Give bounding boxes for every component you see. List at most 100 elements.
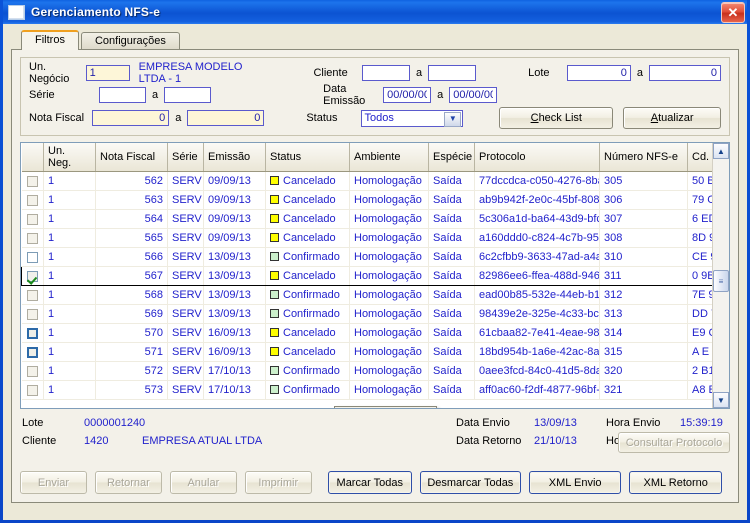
col-header-nota-fiscal[interactable]: Nota Fiscal [95, 143, 168, 172]
table-row[interactable]: 1 567 SERV 13/09/13 Cancelado Homologação Saíd… [21, 266, 729, 286]
row-checkbox-cell[interactable] [21, 304, 44, 324]
cell-status-label: Cancelado [283, 194, 336, 206]
tab-configuracoes[interactable]: Configurações [80, 32, 180, 50]
table-row[interactable]: 1 562 SERV 09/09/13 Cancelado Homologação Saíd… [21, 171, 729, 191]
atualizar-button[interactable]: Atualizar [623, 107, 721, 129]
table-row[interactable]: 1 568 SERV 13/09/13 Confirmado Homologação Saí… [21, 285, 729, 305]
context-menu[interactable]: ▤Enviar◩Retornar▨Anular▩Imprimir▣Enviar … [334, 406, 437, 408]
table-row[interactable]: 1 566 SERV 13/09/13 Confirmado Homologação Saí… [21, 247, 729, 267]
cell-emissao: 13/09/13 [203, 247, 266, 267]
row-checkbox[interactable] [26, 384, 38, 396]
footer-button-retornar[interactable]: Retornar [94, 471, 162, 494]
check-list-button[interactable]: Check List [499, 107, 614, 129]
row-checkbox-cell[interactable] [21, 228, 44, 248]
cliente-to-input[interactable] [428, 65, 477, 81]
table-row[interactable]: 1 573 SERV 17/10/13 Confirmado Homologação Saí… [21, 380, 729, 400]
table-row[interactable]: 1 570 SERV 16/09/13 Cancelado Homologação Saíd… [21, 323, 729, 343]
table-row[interactable]: 1 569 SERV 13/09/13 Confirmado Homologação Saí… [21, 304, 729, 324]
col-header-especie[interactable]: Espécie [428, 143, 475, 172]
un-negocio-label: Un. Negócio [29, 61, 70, 85]
nfse-grid[interactable]: Un. Neg. Nota Fiscal Série Emissão Statu… [20, 142, 730, 409]
row-checkbox[interactable] [27, 270, 38, 282]
tab-panel-filtros: Un. Negócio EMPRESA MODELO LTDA - 1 Clie… [11, 49, 739, 503]
row-checkbox-cell[interactable] [21, 171, 44, 191]
col-header-numero-nfse[interactable]: Número NFS-e [599, 143, 688, 172]
col-header-protocolo[interactable]: Protocolo [474, 143, 600, 172]
window-icon [8, 4, 25, 20]
serie-to-input[interactable] [164, 87, 212, 103]
row-checkbox-cell[interactable] [21, 323, 44, 343]
footer-button-desmarcar-todas[interactable]: Desmarcar Todas [419, 471, 521, 494]
row-checkbox-cell[interactable] [21, 209, 44, 229]
consultar-protocolo-button[interactable]: Consultar Protocolo [618, 432, 730, 453]
grid-vertical-scrollbar[interactable]: ▲ ≡ ▼ [712, 143, 729, 408]
row-checkbox[interactable] [26, 327, 38, 339]
row-checkbox-cell[interactable] [21, 285, 44, 305]
cliente-from-input[interactable] [361, 65, 410, 81]
lote-to-input[interactable] [649, 65, 721, 81]
table-row[interactable]: 1 572 SERV 17/10/13 Confirmado Homologação Saí… [21, 361, 729, 381]
col-header-emissao[interactable]: Emissão [203, 143, 266, 172]
scrollbar-thumb[interactable]: ≡ [713, 270, 729, 292]
col-header-status[interactable]: Status [265, 143, 350, 172]
chevron-down-icon[interactable]: ▼ [444, 111, 462, 127]
cell-nota-fiscal: 569 [95, 304, 168, 324]
row-checkbox-cell[interactable] [21, 361, 44, 381]
cell-protocolo: 98439e2e-325e-4c33-bc6l [474, 304, 600, 324]
row-checkbox[interactable] [26, 289, 38, 301]
status-badge-icon [270, 328, 279, 337]
cell-status: Cancelado [265, 323, 350, 343]
footer-button-xml-retorno[interactable]: XML Retorno [629, 471, 722, 494]
tab-filtros[interactable]: Filtros [21, 30, 79, 50]
table-row[interactable]: 1 571 SERV 16/09/13 Cancelado Homologação Saíd… [21, 342, 729, 362]
nota-fiscal-from-input[interactable] [92, 110, 170, 126]
data-emissao-to-input[interactable] [449, 87, 498, 103]
close-icon[interactable]: ✕ [721, 2, 745, 23]
footer-button-marcar-todas[interactable]: Marcar Todas [327, 471, 412, 494]
row-checkbox-cell[interactable] [21, 380, 44, 400]
row-checkbox-cell[interactable] [21, 266, 44, 286]
scroll-down-icon[interactable]: ▼ [713, 392, 729, 408]
cell-un-neg: 1 [43, 361, 96, 381]
cell-un-neg: 1 [43, 171, 96, 191]
footer-button-anular[interactable]: Anular [169, 471, 237, 494]
cell-especie: Saída [428, 323, 475, 343]
cliente-range-separator: a [415, 67, 423, 79]
col-header-select[interactable] [21, 143, 44, 172]
cell-nota-fiscal: 564 [95, 209, 168, 229]
serie-from-input[interactable] [99, 87, 146, 103]
status-select[interactable]: Todos ▼ [360, 109, 464, 127]
row-checkbox-cell[interactable] [21, 190, 44, 210]
footer-bar: Consultar Protocolo Enviar Retornar Anular… [20, 432, 730, 494]
row-checkbox[interactable] [26, 346, 38, 358]
nota-fiscal-to-input[interactable] [187, 110, 265, 126]
application-window: Gerenciamento NFS-e ✕ Filtros Configuraç… [0, 0, 750, 523]
col-header-serie[interactable]: Série [167, 143, 204, 172]
data-emissao-from-input[interactable] [383, 87, 432, 103]
lote-from-input[interactable] [566, 65, 631, 81]
consultar-protocolo-label: Consultar Protocolo [625, 436, 723, 449]
row-checkbox[interactable] [26, 232, 38, 244]
un-negocio-input[interactable] [85, 65, 130, 81]
row-checkbox[interactable] [26, 194, 38, 206]
row-checkbox[interactable] [26, 365, 38, 377]
row-checkbox-cell[interactable] [21, 342, 44, 362]
row-checkbox[interactable] [26, 213, 38, 225]
row-checkbox[interactable] [26, 251, 38, 263]
col-header-un-neg[interactable]: Un. Neg. [43, 143, 96, 172]
col-header-ambiente[interactable]: Ambiente [349, 143, 429, 172]
cell-especie: Saída [428, 285, 475, 305]
footer-button-enviar[interactable]: Enviar [20, 471, 87, 494]
scroll-up-icon[interactable]: ▲ [713, 143, 729, 159]
row-checkbox-cell[interactable] [21, 247, 44, 267]
status-badge-icon [270, 366, 279, 375]
table-row[interactable]: 1 565 SERV 09/09/13 Cancelado Homologação Saíd… [21, 228, 729, 248]
table-row[interactable]: 1 563 SERV 09/09/13 Cancelado Homologação Saíd… [21, 190, 729, 210]
row-checkbox[interactable] [26, 175, 38, 187]
table-row[interactable]: 1 564 SERV 09/09/13 Cancelado Homologação Saíd… [21, 209, 729, 229]
footer-button-imprimir[interactable]: Imprimir [244, 471, 312, 494]
row-checkbox[interactable] [26, 308, 38, 320]
cell-protocolo: 6c2cfbb9-3633-47ad-a4aa [474, 247, 600, 267]
cell-emissao: 17/10/13 [203, 361, 266, 381]
footer-button-xml-envio[interactable]: XML Envio [528, 471, 622, 494]
